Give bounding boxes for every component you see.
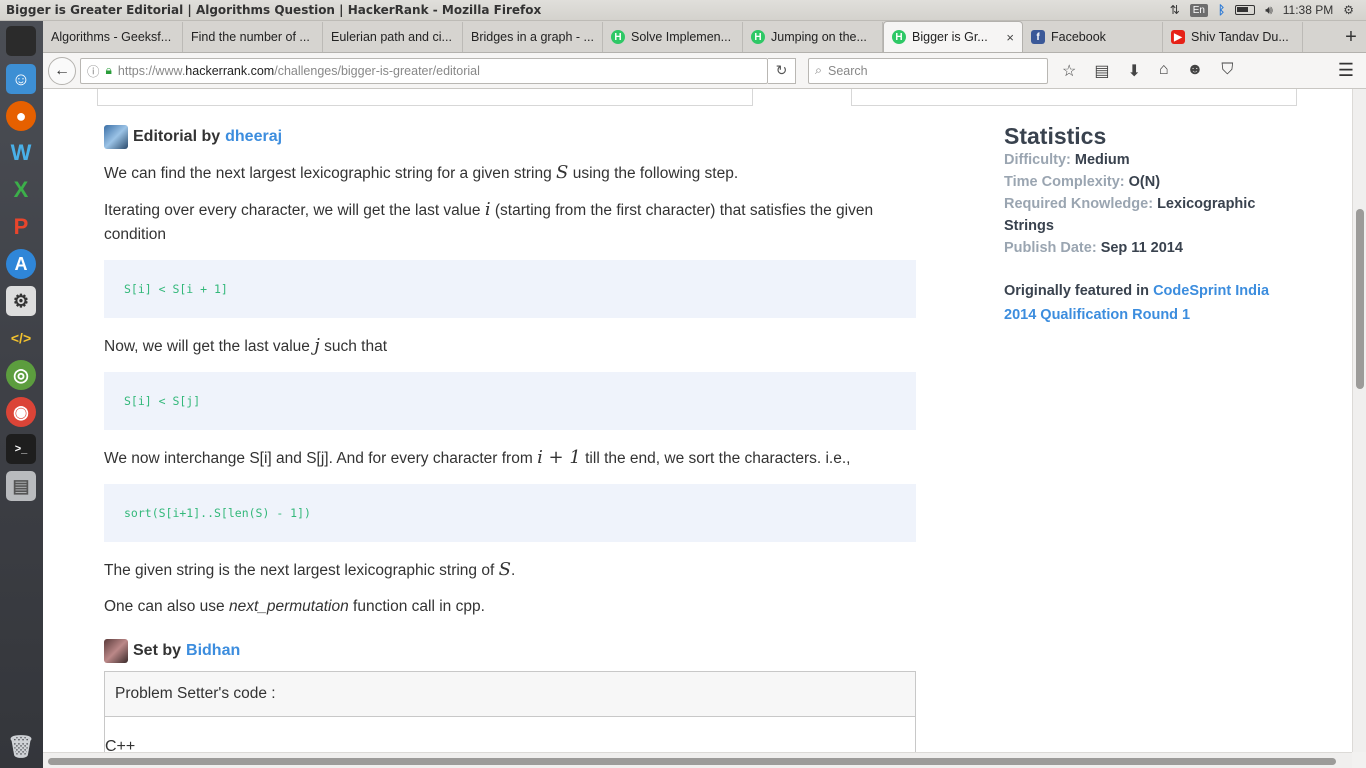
bookmark-star-icon[interactable]: ☆ bbox=[1062, 61, 1076, 81]
featured-in: Originally featured in CodeSprint India … bbox=[1004, 283, 1270, 323]
panel-border bbox=[851, 89, 1297, 106]
pocket-icon[interactable]: ⛉ bbox=[1221, 61, 1233, 81]
wps-writer-icon[interactable]: W bbox=[6, 138, 36, 168]
knowledge-row: Required Knowledge: Lexicographic String… bbox=[1004, 196, 1256, 234]
chat-icon[interactable]: ☻ bbox=[1187, 61, 1204, 81]
search-box[interactable]: ⌕ Search bbox=[808, 57, 1048, 84]
volume-icon[interactable]: 🔊︎ bbox=[1265, 3, 1273, 18]
clock[interactable]: 11:38 PM bbox=[1283, 3, 1333, 17]
setter-code-header: Problem Setter's code : bbox=[105, 672, 915, 717]
youtube-favicon-icon: ▶ bbox=[1171, 30, 1185, 44]
finder-icon[interactable]: ☺ bbox=[6, 64, 36, 94]
statistics-title: Statistics bbox=[1004, 123, 1107, 149]
hackerrank-favicon-icon: H bbox=[892, 30, 906, 44]
hackerrank-favicon-icon: H bbox=[611, 30, 625, 44]
download-icon[interactable]: ⬇ bbox=[1127, 61, 1140, 81]
home-icon[interactable]: ⌂ bbox=[1159, 61, 1169, 81]
tab-strip: Algorithms - Geeksf... Find the number o… bbox=[43, 21, 1366, 53]
editorial-author-link[interactable]: dheeraj bbox=[225, 125, 282, 149]
avatar[interactable] bbox=[104, 125, 128, 149]
app-store-icon[interactable]: A bbox=[6, 249, 36, 279]
hackerrank-favicon-icon: H bbox=[751, 30, 765, 44]
tab-find-number[interactable]: Find the number of ... bbox=[183, 22, 323, 52]
paragraph: Iterating over every character, we will … bbox=[104, 199, 874, 243]
close-tab-icon[interactable]: × bbox=[1006, 30, 1014, 45]
difficulty-row: Difficulty: Medium bbox=[1004, 152, 1130, 168]
url-bar[interactable]: ⓘ 🔒︎ https://www.hackerrank.com/challeng… bbox=[80, 57, 768, 84]
firefox-icon[interactable]: ● bbox=[6, 101, 36, 131]
paragraph: Now, we will get the last value j such t… bbox=[104, 335, 388, 356]
editorial-section: Editorial by dheeraj We can find the nex… bbox=[104, 125, 916, 752]
paragraph: We can find the next largest lexicograph… bbox=[104, 162, 739, 183]
tab-bridges-graph[interactable]: Bridges in a graph - ... bbox=[463, 22, 603, 52]
trash-icon[interactable]: 🗑︎ bbox=[6, 732, 36, 762]
tab-youtube[interactable]: ▶ Shiv Tandav Du... bbox=[1163, 22, 1303, 52]
editorial-header: Editorial by dheeraj bbox=[104, 125, 916, 149]
system-settings-icon[interactable]: ⚙ bbox=[6, 286, 36, 316]
bluetooth-icon[interactable]: ᛒ bbox=[1218, 3, 1225, 17]
system-tray: ⇅ En ᛒ 🔊︎ 11:38 PM ⚙ bbox=[1170, 3, 1366, 18]
paragraph: The given string is the next largest lex… bbox=[104, 559, 516, 580]
complexity-row: Time Complexity: O(N) bbox=[1004, 174, 1161, 190]
reload-icon[interactable]: ↻ bbox=[768, 57, 796, 84]
code-block: sort(S[i+1]..S[len(S) - 1]) bbox=[104, 484, 916, 542]
hamburger-menu-icon[interactable]: ☰ bbox=[1338, 60, 1354, 81]
vertical-scrollbar[interactable] bbox=[1352, 89, 1366, 752]
settings-gear-icon[interactable]: ⚙ bbox=[1343, 3, 1354, 17]
reading-list-icon[interactable]: ▤ bbox=[1094, 61, 1109, 81]
search-icon: ⌕ bbox=[815, 63, 823, 77]
facebook-favicon-icon: f bbox=[1031, 30, 1045, 44]
code-editor-icon[interactable]: </> bbox=[6, 323, 36, 353]
scrollbar-thumb[interactable] bbox=[48, 758, 1336, 765]
setter-header: Set by Bidhan bbox=[104, 639, 916, 663]
scrollbar-thumb[interactable] bbox=[1356, 209, 1364, 389]
tab-eulerian-path[interactable]: Eulerian path and ci... bbox=[323, 22, 463, 52]
paragraph: We now interchange S[i] and S[j]. And fo… bbox=[104, 447, 851, 468]
network-globe-icon[interactable]: ◎ bbox=[6, 360, 36, 390]
tab-facebook[interactable]: f Facebook bbox=[1023, 22, 1163, 52]
window-title: Bigger is Greater Editorial | Algorithms… bbox=[6, 3, 542, 17]
network-icon[interactable]: ⇅ bbox=[1170, 3, 1180, 17]
info-icon[interactable]: ⓘ bbox=[87, 61, 100, 80]
avatar[interactable] bbox=[104, 639, 128, 663]
terminal-icon[interactable]: >_ bbox=[6, 434, 36, 464]
code-block: S[i] < S[i + 1] bbox=[104, 260, 916, 318]
publish-date-row: Publish Date: Sep 11 2014 bbox=[1004, 240, 1183, 256]
new-tab-button[interactable]: + bbox=[1336, 22, 1366, 52]
lock-icon: 🔒︎ bbox=[105, 63, 112, 77]
paragraph: One can also use next_permutation functi… bbox=[104, 598, 485, 615]
apple-logo-icon[interactable] bbox=[6, 26, 36, 56]
disk-drive-icon[interactable]: ▤ bbox=[6, 471, 36, 501]
toolbar-icons: ☆ ▤ ⬇ ⌂ ☻ ⛉ bbox=[1062, 61, 1233, 81]
chrome-icon[interactable]: ◉ bbox=[6, 397, 36, 427]
presentation-icon[interactable]: P bbox=[6, 212, 36, 242]
keyboard-layout-indicator[interactable]: En bbox=[1189, 3, 1208, 17]
tab-jumping-on-the[interactable]: H Jumping on the... bbox=[743, 22, 883, 52]
code-language-label: C++ bbox=[105, 738, 136, 752]
url-text[interactable]: https://www.hackerrank.com/challenges/bi… bbox=[118, 64, 761, 78]
page-content: Editorial by dheeraj We can find the nex… bbox=[43, 89, 1352, 752]
tab-solve-implementation[interactable]: H Solve Implemen... bbox=[603, 22, 743, 52]
navigation-toolbar: ← ⓘ 🔒︎ https://www.hackerrank.com/challe… bbox=[43, 53, 1366, 89]
horizontal-scrollbar[interactable] bbox=[43, 752, 1352, 768]
statistics-panel: Statistics Difficulty: Medium Time Compl… bbox=[1004, 125, 1284, 327]
tab-bigger-is-greater[interactable]: H Bigger is Gr... × bbox=[883, 21, 1023, 52]
setter-author-link[interactable]: Bidhan bbox=[186, 639, 240, 663]
unity-launcher: ☺ ● W X P A ⚙ </> ◎ ◉ >_ ▤ 🗑︎ bbox=[0, 21, 43, 768]
battery-icon[interactable] bbox=[1235, 5, 1256, 15]
spreadsheet-icon[interactable]: X bbox=[6, 175, 36, 205]
back-button[interactable]: ← bbox=[48, 56, 76, 85]
top-panel: Bigger is Greater Editorial | Algorithms… bbox=[0, 0, 1366, 21]
setter-code-box: Problem Setter's code : C++ bbox=[104, 671, 916, 752]
code-block: S[i] < S[j] bbox=[104, 372, 916, 430]
search-placeholder: Search bbox=[828, 63, 868, 78]
tab-geeksforgeeks[interactable]: Algorithms - Geeksf... bbox=[43, 22, 183, 52]
panel-border bbox=[97, 89, 753, 106]
